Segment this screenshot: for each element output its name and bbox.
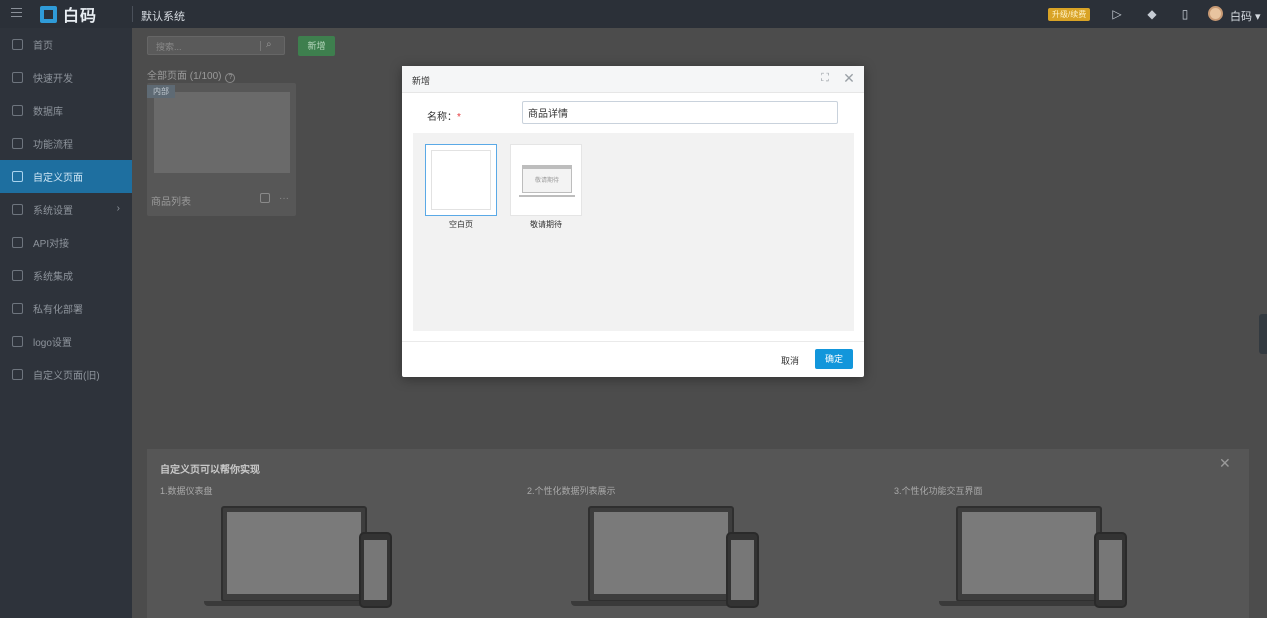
search-input[interactable]: 搜索... ⌕ xyxy=(147,36,285,55)
sidebar-item-label: 自定义页面 xyxy=(33,173,83,184)
sidebar-item-api[interactable]: API对接 xyxy=(0,226,132,259)
template-blank[interactable] xyxy=(425,144,497,216)
gear-icon xyxy=(12,72,23,83)
monitor-stand xyxy=(519,195,575,197)
interaction-illustration xyxy=(956,506,1102,602)
page-thumbnail xyxy=(154,92,290,173)
topbar-divider xyxy=(132,6,133,22)
avatar[interactable] xyxy=(1208,6,1223,21)
menu-toggle-icon[interactable] xyxy=(11,8,22,19)
laptop-base xyxy=(939,601,1119,606)
sidebar-item-label: 快速开发 xyxy=(33,74,73,85)
sidebar-item-label: 系统设置 xyxy=(33,206,73,217)
sidebar-item-home[interactable]: 首页 xyxy=(0,28,132,61)
template-caption: 空白页 xyxy=(449,220,473,229)
new-page-dialog: 新增 ⛶ ✕ 名称：* 空白页 敬请期待 敬请期待 取消 确定 xyxy=(402,66,864,377)
brand-logo-icon xyxy=(40,5,57,23)
sidebar-item-label: 数据库 xyxy=(33,107,63,118)
pages-count-label: 全部页面 (1/100) xyxy=(147,71,222,82)
page-card-name: 商品列表 xyxy=(151,197,191,208)
bird-icon[interactable]: ◆ xyxy=(1145,7,1159,21)
feature-label: 2.个性化数据列表展示 xyxy=(527,486,616,496)
sidebar-item-custom-page-old[interactable]: 自定义页面(旧) xyxy=(0,358,132,391)
phone-illustration xyxy=(726,532,759,608)
side-handle[interactable] xyxy=(1259,314,1267,354)
page-icon xyxy=(12,369,23,380)
sidebar-item-custom-page[interactable]: 自定义页面 xyxy=(0,160,132,193)
dialog-header: 新增 ⛶ ✕ xyxy=(402,66,864,93)
edit-icon[interactable] xyxy=(260,193,270,203)
sidebar-item-label: 功能流程 xyxy=(33,140,73,151)
name-label: 名称：* xyxy=(427,108,461,123)
layers-icon xyxy=(12,270,23,281)
template-gallery: 空白页 敬请期待 敬请期待 xyxy=(413,133,854,331)
sidebar-item-quick-dev[interactable]: 快速开发 xyxy=(0,61,132,94)
system-name[interactable]: 默认系统 xyxy=(141,8,185,24)
close-icon[interactable]: ✕ xyxy=(1219,455,1231,472)
help-icon[interactable]: ? xyxy=(225,73,236,83)
name-field[interactable] xyxy=(522,101,838,124)
template-caption: 敬请期待 xyxy=(530,220,562,229)
search-icon[interactable]: ⌕ xyxy=(266,39,272,50)
sidebar-item-label: 系统集成 xyxy=(33,272,73,283)
document-icon[interactable]: ▯ xyxy=(1178,7,1192,21)
list-illustration xyxy=(588,506,734,602)
sidebar-item-settings[interactable]: 系统设置 › xyxy=(0,193,132,226)
phone-illustration xyxy=(1094,532,1127,608)
sidebar-item-label: logo设置 xyxy=(33,338,72,349)
top-bar: 白码 默认系统 升级/续费 ▷ ◆ ▯ 白码 ▾ xyxy=(0,0,1267,28)
upgrade-badge[interactable]: 升级/续费 xyxy=(1048,8,1091,21)
confirm-button[interactable]: 确定 xyxy=(815,349,853,369)
image-icon xyxy=(12,336,23,347)
preview-text: 敬请期待 xyxy=(534,178,559,184)
chevron-right-icon: › xyxy=(116,203,120,214)
brand: 白码 xyxy=(40,5,98,25)
server-icon xyxy=(12,303,23,314)
sidebar-item-integration[interactable]: 系统集成 xyxy=(0,259,132,292)
workflow-icon xyxy=(12,138,23,149)
search-divider xyxy=(260,41,261,51)
monitor-icon xyxy=(12,204,23,215)
monitor-preview-icon: 敬请期待 xyxy=(522,165,572,193)
internal-tag: 内部 xyxy=(147,85,175,98)
sidebar-item-label: 私有化部署 xyxy=(33,305,83,316)
new-page-button[interactable]: 新增 xyxy=(298,36,335,56)
cancel-button[interactable]: 取消 xyxy=(775,352,805,370)
home-icon xyxy=(12,39,23,50)
user-menu[interactable]: 白码 ▾ xyxy=(1230,8,1261,24)
name-label-text: 名称： xyxy=(427,112,457,123)
blank-page-preview xyxy=(431,150,491,210)
sidebar-item-label: 自定义页面(旧) xyxy=(33,371,100,382)
api-icon xyxy=(12,237,23,248)
footer-divider xyxy=(402,341,864,342)
laptop-base xyxy=(571,601,751,606)
dialog-title: 新增 xyxy=(412,76,431,86)
feature-label: 3.个性化功能交互界面 xyxy=(894,486,983,496)
pages-count: 全部页面 (1/100)? xyxy=(147,67,236,83)
brand-name: 白码 xyxy=(63,8,98,25)
close-icon[interactable]: ✕ xyxy=(843,71,855,85)
promo-title: 自定义页可以帮你实现 xyxy=(160,465,260,476)
sidebar-item-database[interactable]: 数据库 xyxy=(0,94,132,127)
phone-illustration xyxy=(359,532,392,608)
dashboard-illustration xyxy=(221,506,367,602)
play-icon[interactable]: ▷ xyxy=(1110,7,1124,21)
sidebar-item-logo[interactable]: logo设置 xyxy=(0,325,132,358)
search-placeholder: 搜索... xyxy=(156,42,182,52)
page-icon xyxy=(12,171,23,182)
sidebar: 首页 快速开发 数据库 功能流程 自定义页面 系统设置 › API对接 系统集成… xyxy=(0,28,132,618)
sidebar-item-label: 首页 xyxy=(33,41,53,52)
more-icon[interactable]: ··· xyxy=(279,193,289,204)
laptop-base xyxy=(204,601,384,606)
sidebar-item-label: API对接 xyxy=(33,239,70,250)
database-icon xyxy=(12,105,23,116)
sidebar-item-workflow[interactable]: 功能流程 xyxy=(0,127,132,160)
feature-label: 1.数据仪表盘 xyxy=(160,486,213,496)
sidebar-item-private-deploy[interactable]: 私有化部署 xyxy=(0,292,132,325)
expand-icon[interactable]: ⛶ xyxy=(819,72,831,84)
required-mark: * xyxy=(457,112,461,123)
template-coming-soon[interactable]: 敬请期待 xyxy=(510,144,582,216)
